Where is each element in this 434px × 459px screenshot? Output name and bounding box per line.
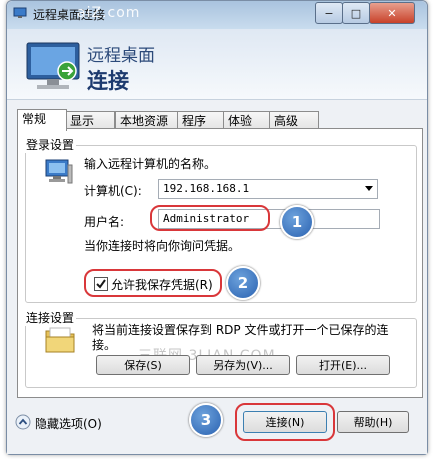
remote-desktop-monitor-icon [26,42,80,89]
open-button[interactable]: 打开(E)... [296,355,390,375]
highlight-allow-save [84,269,222,297]
close-button[interactable]: ✕ [369,2,415,24]
title-bar[interactable]: 远程桌面连接 aiZ.com − □ ✕ [7,1,427,29]
collapse-options-icon[interactable] [15,414,31,430]
username-label: 用户名: [84,215,125,229]
folder-icon [45,327,75,353]
computer-icon [45,159,73,184]
step-badge-1: 1 [280,205,314,239]
watermark-top: aiZ.com [77,5,141,21]
save-button[interactable]: 保存(S) [96,355,190,375]
step-badge-3: 3 [189,403,223,437]
login-settings-label: 登录设置 [24,136,77,153]
general-tab-panel: 登录设置 输入远程计算机的名称。 计算机(C): 192.168.168.1 用… [17,128,423,398]
save-as-button[interactable]: 另存为(V)... [196,355,290,375]
tab-general[interactable]: 常规 [17,109,67,131]
rdp-app-icon [13,7,27,18]
help-button[interactable]: 帮助(H) [337,411,409,433]
hide-options-link[interactable]: 隐藏选项(O) [35,415,102,432]
header-banner: 远程桌面 连接 [7,29,427,100]
dialog-footer: 隐藏选项(O) 连接(N) 3 帮助(H) [7,399,427,454]
computer-value: 192.168.168.1 [163,182,250,195]
minimize-button[interactable]: − [315,2,343,24]
step-badge-2: 2 [226,266,260,300]
login-instruction: 输入远程计算机的名称。 [84,157,217,171]
connection-settings-label: 连接设置 [24,309,77,326]
dropdown-arrow-icon[interactable] [365,186,373,192]
maximize-button[interactable]: □ [342,2,370,24]
header-title-line2: 连接 [87,69,129,93]
header-title-line1: 远程桌面 [87,46,155,66]
rdp-window: 远程桌面连接 aiZ.com − □ ✕ 远程桌面 连接 常规 显示 本地资源 … [6,0,428,455]
computer-label: 计算机(C): [84,184,142,198]
computer-combobox[interactable]: 192.168.168.1 [158,179,378,199]
credentials-note: 当你连接时将向你询问凭据。 [84,239,241,253]
highlight-username [150,205,270,231]
highlight-connect [235,403,335,441]
